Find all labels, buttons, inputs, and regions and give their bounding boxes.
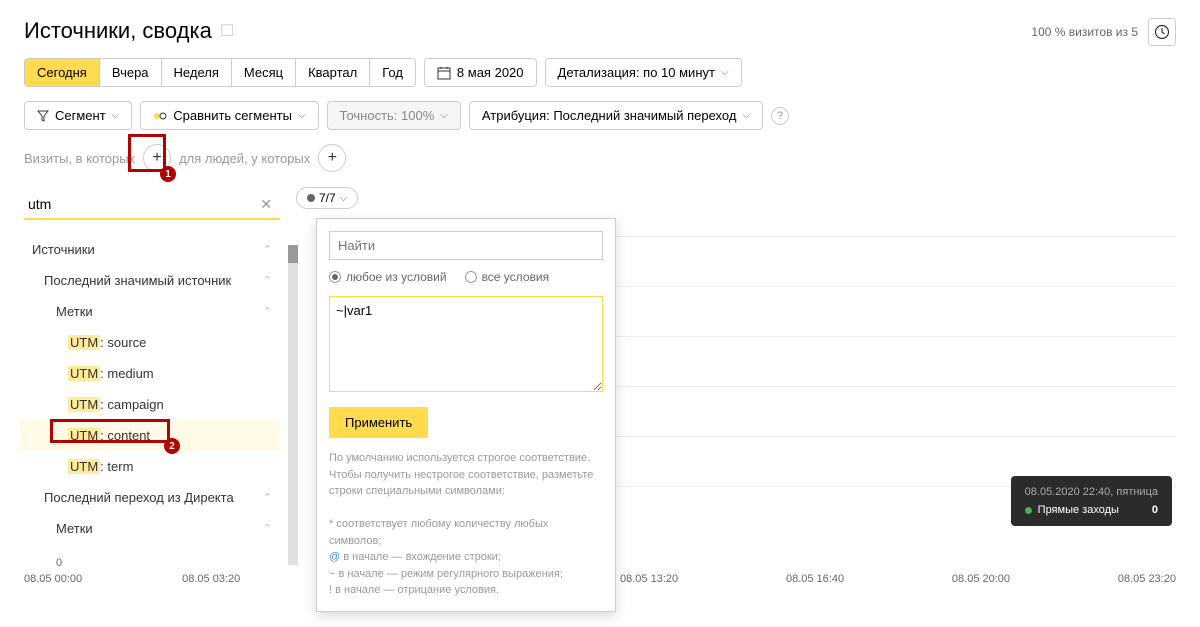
accuracy-button[interactable]: Точность: 100%⌵ <box>327 101 461 130</box>
detail-select[interactable]: Детализация: по 10 минут⌵ <box>545 58 742 87</box>
filter-visits-label: Визиты, в которых <box>24 151 135 166</box>
chevron-up-icon: ⌃ <box>263 491 272 504</box>
annotation-badge-2: 2 <box>164 438 180 454</box>
compare-button[interactable]: Сравнить сегменты⌵ <box>140 101 318 130</box>
help-icon[interactable]: ? <box>771 107 789 125</box>
dimension-tree: Источники⌃ Последний значимый источник⌃ … <box>14 234 280 544</box>
help-text: По умолчанию используется строгое соотве… <box>329 450 603 599</box>
grid-line <box>616 236 1176 237</box>
tab-today[interactable]: Сегодня <box>25 59 100 86</box>
radio-icon <box>329 271 341 283</box>
segment-button[interactable]: Сегмент⌵ <box>24 101 132 130</box>
calendar-icon <box>437 66 451 80</box>
chevron-up-icon: ⌃ <box>263 305 272 318</box>
tab-quarter[interactable]: Квартал <box>296 59 370 86</box>
date-picker[interactable]: 8 мая 2020 <box>424 58 537 87</box>
apply-button[interactable]: Применить <box>329 407 428 438</box>
scrollbar[interactable] <box>288 245 298 565</box>
tree-utm-term[interactable]: UTM: term <box>20 451 280 482</box>
counter-button[interactable]: 7/7 ⌵ <box>296 187 358 209</box>
grid-line <box>616 436 1176 437</box>
filter-icon <box>37 110 49 122</box>
tree-last-direct[interactable]: Последний переход из Директа⌃ <box>20 482 280 513</box>
tree-utm-medium[interactable]: UTM: medium <box>20 358 280 389</box>
clock-icon <box>1154 24 1170 40</box>
dimension-search-input[interactable] <box>24 190 280 220</box>
visits-info: 100 % визитов из 5 <box>1031 25 1138 39</box>
radio-icon <box>465 271 477 283</box>
clock-button[interactable] <box>1148 18 1176 46</box>
filter-people-label: для людей, у которых <box>179 151 310 166</box>
chevron-down-icon: ⌵ <box>112 110 120 121</box>
condition-textarea[interactable]: ~|var1 <box>329 296 603 392</box>
x-axis-labels-left: 08.05 00:00 08.05 03:20 <box>24 573 240 585</box>
clear-search-icon[interactable]: ✕ <box>260 196 272 213</box>
x-axis-labels-right: 08.05 13:20 08.05 16:40 08.05 20:00 08.0… <box>620 573 1176 585</box>
legend-dot-icon <box>1025 507 1032 514</box>
tab-month[interactable]: Месяц <box>232 59 296 86</box>
tab-yesterday[interactable]: Вчера <box>100 59 162 86</box>
chevron-up-icon: ⌃ <box>263 243 272 256</box>
tab-year[interactable]: Год <box>370 59 415 86</box>
y-zero-label: 0 <box>56 557 62 569</box>
grid-line <box>616 336 1176 337</box>
chart-tooltip: 08.05.2020 22:40, пятница Прямые заходы … <box>1011 476 1172 526</box>
tree-sources[interactable]: Источники⌃ <box>20 234 280 265</box>
annotation-badge-1: 1 <box>160 166 176 182</box>
chevron-down-icon: ⌵ <box>298 110 306 121</box>
grid-line <box>616 286 1176 287</box>
tree-last-source[interactable]: Последний значимый источник⌃ <box>20 265 280 296</box>
add-people-filter-button[interactable]: + <box>318 144 346 172</box>
tooltip-value: 0 <box>1152 504 1158 516</box>
condition-popup: любое из условий все условия ~|var1 Прим… <box>316 218 616 612</box>
chevron-down-icon: ⌵ <box>340 193 348 204</box>
bookmark-icon[interactable]: ☐ <box>220 21 234 41</box>
popup-search-input[interactable] <box>329 231 603 260</box>
attribution-button[interactable]: Атрибуция: Последний значимый переход⌵ <box>469 101 763 130</box>
page-title: Источники, сводка <box>24 18 212 44</box>
radio-all[interactable]: все условия <box>465 270 550 284</box>
tooltip-date: 08.05.2020 22:40, пятница <box>1025 486 1158 498</box>
scrollbar-thumb[interactable] <box>288 245 298 263</box>
tree-utm-source[interactable]: UTM: source <box>20 327 280 358</box>
tree-tags-2[interactable]: Метки⌃ <box>20 513 280 544</box>
tree-utm-content[interactable]: UTM: content <box>20 420 280 451</box>
chevron-up-icon: ⌃ <box>263 522 272 535</box>
chevron-down-icon: ⌵ <box>721 67 729 78</box>
tree-utm-campaign[interactable]: UTM: campaign <box>20 389 280 420</box>
tree-tags[interactable]: Метки⌃ <box>20 296 280 327</box>
compare-icon <box>153 110 167 122</box>
grid-line <box>616 386 1176 387</box>
chevron-down-icon: ⌵ <box>742 110 750 121</box>
date-range-group: Сегодня Вчера Неделя Месяц Квартал Год <box>24 58 416 87</box>
tab-week[interactable]: Неделя <box>162 59 232 86</box>
radio-any[interactable]: любое из условий <box>329 270 447 284</box>
chevron-up-icon: ⌃ <box>263 274 272 287</box>
chevron-down-icon: ⌵ <box>440 110 448 121</box>
counter-dot-icon <box>307 194 315 202</box>
